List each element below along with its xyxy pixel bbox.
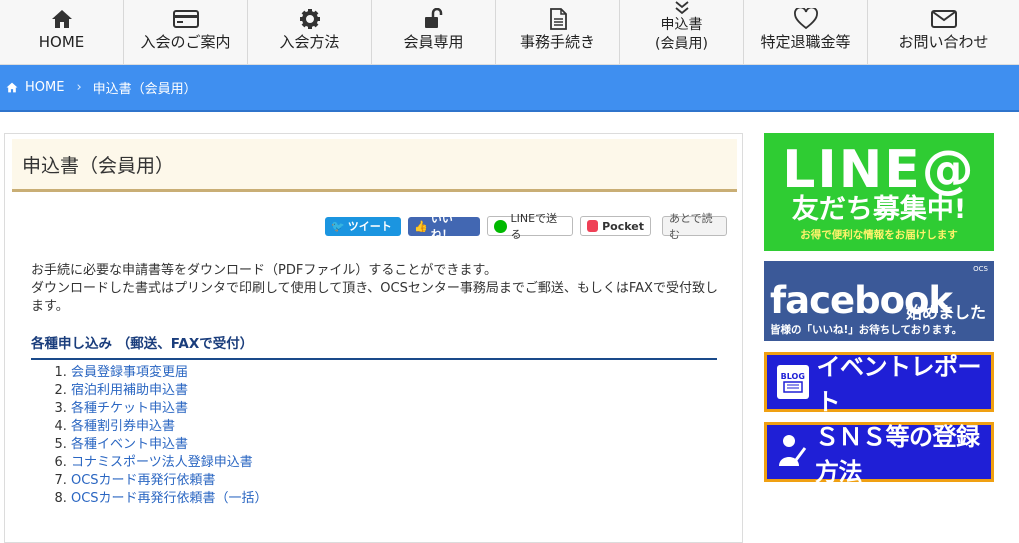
line-share-label: LINEで送る [510,212,558,241]
list-item: 各種割引券申込書 [71,418,268,436]
double-chevron-down-icon [674,0,690,16]
nav-how-to-join[interactable]: 入会方法 [248,0,372,64]
chevron-right-icon: › [76,80,82,95]
read-later-label: あとで読む [669,212,713,241]
nav-label: 特定退職金等 [760,33,851,51]
nav-label: 入会のご案内 [140,33,231,51]
form-link[interactable]: コナミスポーツ法人登録申込書 [71,455,253,470]
blog-icon: BLOG [777,365,809,399]
thumbs-up-icon: 👍 [414,219,428,233]
breadcrumb-current: 申込書（会員用） [92,82,197,97]
read-later-button[interactable]: あとで読む [662,212,727,241]
list-item: 各種チケット申込書 [71,400,268,418]
line-banner-title: LINE@ [782,139,976,200]
form-link[interactable]: 各種イベント申込書 [71,437,188,452]
line-icon [494,219,507,233]
facebook-banner[interactable]: OCS facebook 始めました 皆様の「いいね!」お待ちしております。 [764,261,994,341]
nav-label: HOME [38,33,85,51]
share-buttons: 🐦 ツイート 👍 いいね！ LINEで送る Pocket あとで読む [325,212,734,241]
tweet-button[interactable]: 🐦 ツイート [325,216,401,236]
breadcrumb: HOME › 申込書（会員用） [0,65,1019,112]
nav-label: お問い合わせ [898,33,989,51]
twitter-icon: 🐦 [331,219,345,233]
list-item: 宿泊利用補助申込書 [71,382,268,400]
line-banner-subtitle: 友だち募集中! [791,193,967,225]
nav-label: 入会方法 [279,33,340,51]
page-title-bar: 申込書（会員用） [12,139,737,192]
gear-icon [299,6,321,32]
facebook-banner-caption: 皆様の「いいね!」お待ちしております。 [770,324,963,336]
blog-icon-text: BLOG [780,371,805,381]
list-item: コナミスポーツ法人登録申込書 [71,454,268,472]
event-report-banner[interactable]: BLOG イベントレポート [764,352,994,416]
facebook-like-button[interactable]: 👍 いいね！ [408,212,480,241]
form-link[interactable]: 会員登録事項変更届 [71,365,188,380]
forms-list: 会員登録事項変更届 宿泊利用補助申込書 各種チケット申込書 各種割引券申込書 各… [37,364,268,508]
like-label: いいね！ [430,212,453,241]
form-link[interactable]: 宿泊利用補助申込書 [71,383,188,398]
tweet-label: ツイート [347,220,392,233]
list-item: 会員登録事項変更届 [71,364,268,382]
home-icon [6,82,18,93]
ocs-logo: OCS [973,265,988,273]
nav-procedures[interactable]: 事務手続き [496,0,620,64]
breadcrumb-home-link[interactable]: HOME [25,80,64,95]
form-link[interactable]: 各種割引券申込書 [71,419,175,434]
line-share-button[interactable]: LINEで送る [487,212,573,241]
pocket-label: Pocket [602,219,644,233]
person-pen-icon [777,432,807,472]
home-icon [51,6,73,32]
pocket-icon [587,220,599,232]
nav-label: 事務手続き [519,33,595,51]
section-heading: 各種申し込み （郵送、FAXで受付） [31,332,717,360]
form-link[interactable]: OCSカード再発行依頼書（一括） [71,491,268,506]
list-item: OCSカード再発行依頼書 [71,472,268,490]
nav-home[interactable]: HOME [0,0,124,64]
sns-registration-banner[interactable]: ＳＮＳ等の登録方法 [764,422,994,486]
form-link[interactable]: 各種チケット申込書 [71,401,188,416]
nav-contact[interactable]: お問い合わせ [868,0,1019,64]
facebook-banner-subtitle: 始めました [905,303,986,322]
list-item: OCSカード再発行依頼書（一括） [71,490,268,508]
credit-card-icon [172,6,199,32]
intro-text: お手続に必要な申請書等をダウンロード（PDFファイル）することができます。 ダウ… [31,262,721,316]
list-item: 各種イベント申込書 [71,436,268,454]
pocket-button[interactable]: Pocket [580,216,651,236]
nav-members-only[interactable]: 会員専用 [372,0,496,64]
nav-membership-guide[interactable]: 入会のご案内 [124,0,248,64]
intro-line-2: ダウンロードした書式はプリンタで印刷して使用して頂き、OCSセンター事務局までご… [31,281,718,314]
page-title: 申込書（会員用） [22,154,175,177]
event-report-label: イベントレポート [816,353,982,416]
nav-retirement-benefits[interactable]: 特定退職金等 [744,0,868,64]
unlock-icon [423,6,445,32]
envelope-icon [930,6,957,32]
nav-label: 会員専用 [403,33,464,51]
nav-label: 申込書 (会員用) [655,17,708,52]
top-navigation: HOME 入会のご案内 入会方法 会員専用 事務手続き 申込書 (会員用) 特定… [0,0,1019,65]
line-banner[interactable]: LINE@ 友だち募集中! お得で便利な情報をお届けします [764,133,994,251]
main-content: 申込書（会員用） 🐦 ツイート 👍 いいね！ LINEで送る Pocket あと… [4,133,743,543]
intro-line-1: お手続に必要な申請書等をダウンロード（PDFファイル）することができます。 [31,263,498,278]
sns-registration-label: ＳＮＳ等の登録方法 [815,423,980,486]
document-icon [549,6,567,32]
heart-icon [793,6,818,32]
nav-application-forms[interactable]: 申込書 (会員用) [620,0,744,64]
line-banner-caption: お得で便利な情報をお届けします [800,228,958,241]
form-link[interactable]: OCSカード再発行依頼書 [71,473,216,488]
